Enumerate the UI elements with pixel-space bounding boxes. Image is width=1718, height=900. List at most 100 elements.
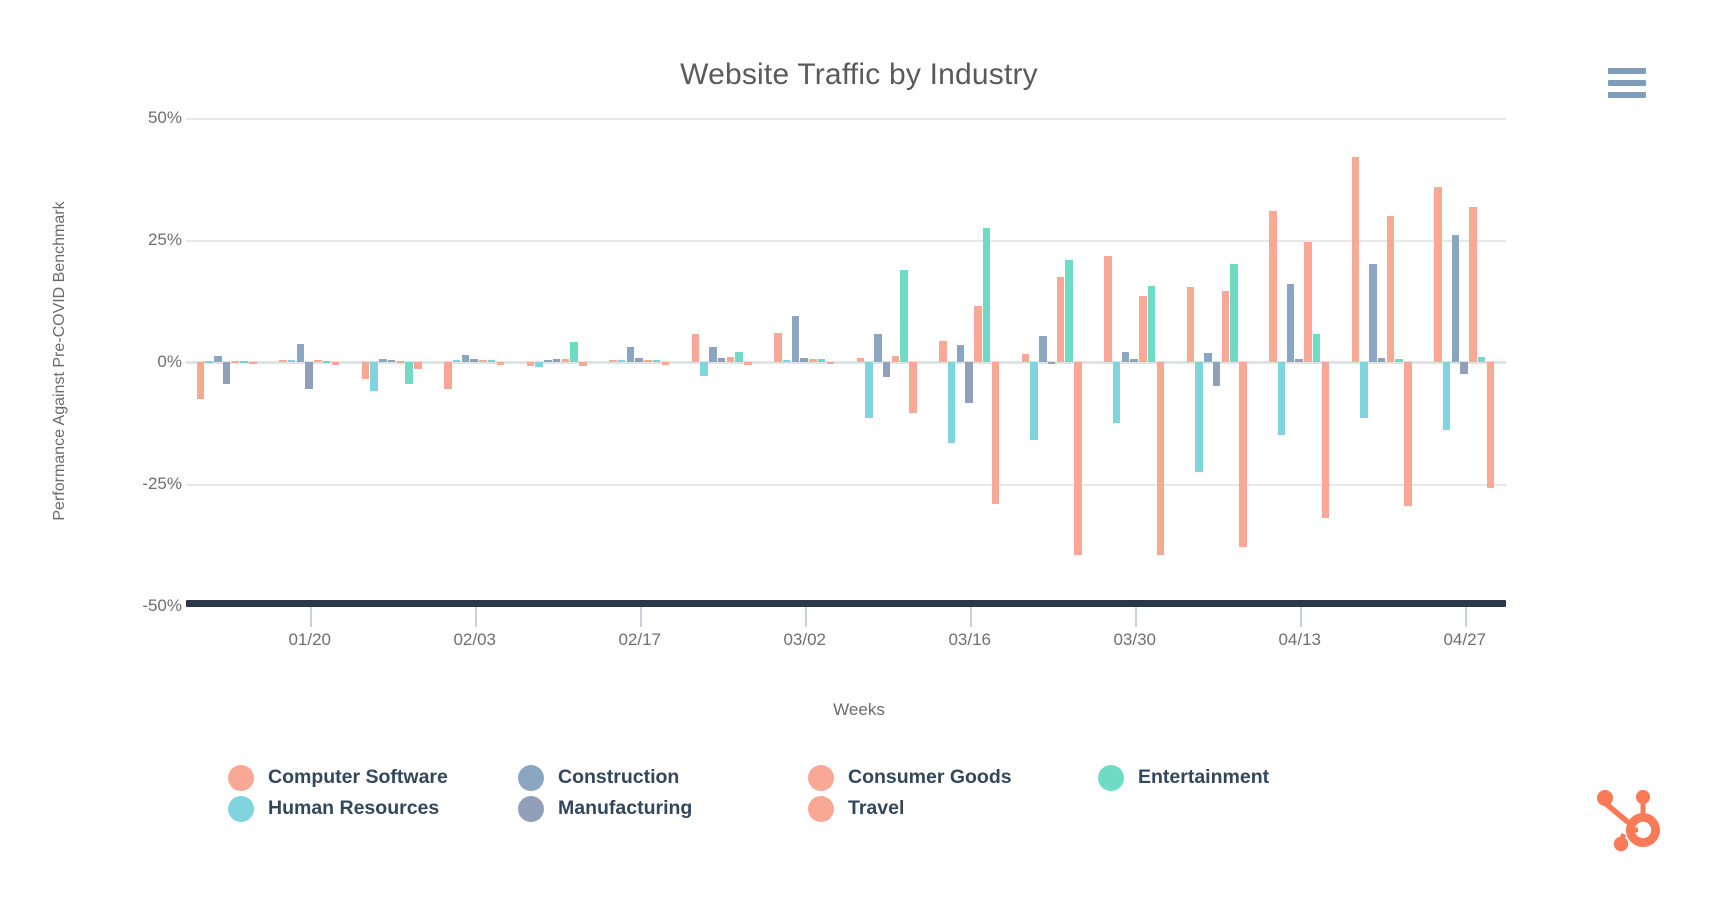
bar[interactable] [1112,362,1121,423]
bar[interactable] [947,362,956,443]
bar[interactable] [535,362,543,367]
bar[interactable] [1360,362,1368,419]
bar[interactable] [1021,354,1030,362]
bar[interactable] [1269,210,1277,362]
bar[interactable] [387,359,396,362]
bar[interactable] [240,361,248,364]
bar[interactable] [331,362,340,365]
bar[interactable] [452,360,461,363]
hamburger-menu-icon[interactable] [1608,68,1652,106]
legend-item[interactable]: Entertainment [1098,762,1269,793]
bar[interactable] [379,359,387,362]
bar[interactable] [1156,362,1165,555]
bar[interactable] [205,360,213,363]
bar[interactable] [496,362,505,366]
bar[interactable] [1056,276,1065,362]
bar[interactable] [305,362,313,389]
bar[interactable] [900,270,908,362]
bar[interactable] [965,362,973,404]
bar[interactable] [405,362,413,384]
bar[interactable] [561,359,570,362]
bar[interactable] [774,333,782,362]
bar[interactable] [570,342,578,362]
bar[interactable] [826,362,835,365]
bar[interactable] [956,344,965,362]
bar[interactable] [1121,352,1130,362]
bar[interactable] [1404,362,1412,506]
bar[interactable] [735,352,743,362]
bar[interactable] [791,315,800,362]
bar[interactable] [1460,362,1468,375]
bar[interactable] [296,343,305,362]
bar[interactable] [1230,264,1238,362]
bar[interactable] [487,360,496,363]
bar[interactable] [809,359,817,362]
bar[interactable] [414,362,422,370]
bar[interactable] [479,360,487,363]
bar[interactable] [579,362,587,366]
bar[interactable] [1074,362,1082,555]
bar[interactable] [470,359,478,362]
bar[interactable] [1204,353,1212,362]
bar[interactable] [196,362,205,399]
bar[interactable] [231,360,240,363]
bar[interactable] [1321,362,1330,519]
bar[interactable] [661,362,670,365]
bar[interactable] [361,362,370,380]
bar[interactable] [709,346,717,362]
bar[interactable] [1434,187,1442,362]
bar[interactable] [691,333,700,362]
legend-item[interactable]: Human Resources [228,793,448,824]
bar[interactable] [909,362,917,414]
bar[interactable] [1486,362,1495,488]
bar[interactable] [1442,362,1451,431]
bar[interactable] [1351,157,1360,362]
bar[interactable] [1369,264,1377,362]
bar[interactable] [249,362,257,365]
bar[interactable] [396,360,405,363]
bar[interactable] [1469,206,1477,362]
bar[interactable] [700,362,708,376]
bar[interactable] [652,359,661,362]
bar[interactable] [626,347,635,362]
bar[interactable] [1130,359,1138,362]
bar[interactable] [1286,283,1295,362]
bar[interactable] [222,362,231,384]
bar[interactable] [974,305,982,362]
bar[interactable] [744,362,752,366]
bar[interactable] [1395,359,1403,362]
bar[interactable] [1039,336,1047,362]
bar[interactable] [882,362,891,377]
bar[interactable] [874,333,882,362]
legend-item[interactable]: Manufacturing [518,793,692,824]
bar[interactable] [782,359,791,362]
bar[interactable] [370,362,378,392]
bar[interactable] [856,358,865,362]
bar[interactable] [891,356,900,362]
bar[interactable] [1030,362,1038,441]
bar[interactable] [982,227,991,362]
bar[interactable] [314,360,322,363]
bar[interactable] [939,341,947,362]
bar[interactable] [322,360,331,363]
legend-item[interactable]: Computer Software [228,762,448,793]
legend-item[interactable]: Construction [518,762,692,793]
bar[interactable] [1377,357,1386,362]
bar[interactable] [817,359,826,362]
bar[interactable] [1304,242,1312,362]
bar[interactable] [287,359,296,362]
bar[interactable] [1295,358,1303,362]
bar[interactable] [1477,357,1486,362]
bar[interactable] [617,359,626,362]
bar[interactable] [1104,255,1112,362]
bar[interactable] [726,356,735,362]
bar[interactable] [214,356,222,362]
bar[interactable] [552,358,561,362]
bar[interactable] [444,362,452,389]
bar[interactable] [461,355,470,362]
bar[interactable] [609,359,617,362]
bar[interactable] [865,362,873,419]
bar[interactable] [1239,362,1247,548]
bar[interactable] [1312,333,1321,362]
bar[interactable] [544,360,552,363]
